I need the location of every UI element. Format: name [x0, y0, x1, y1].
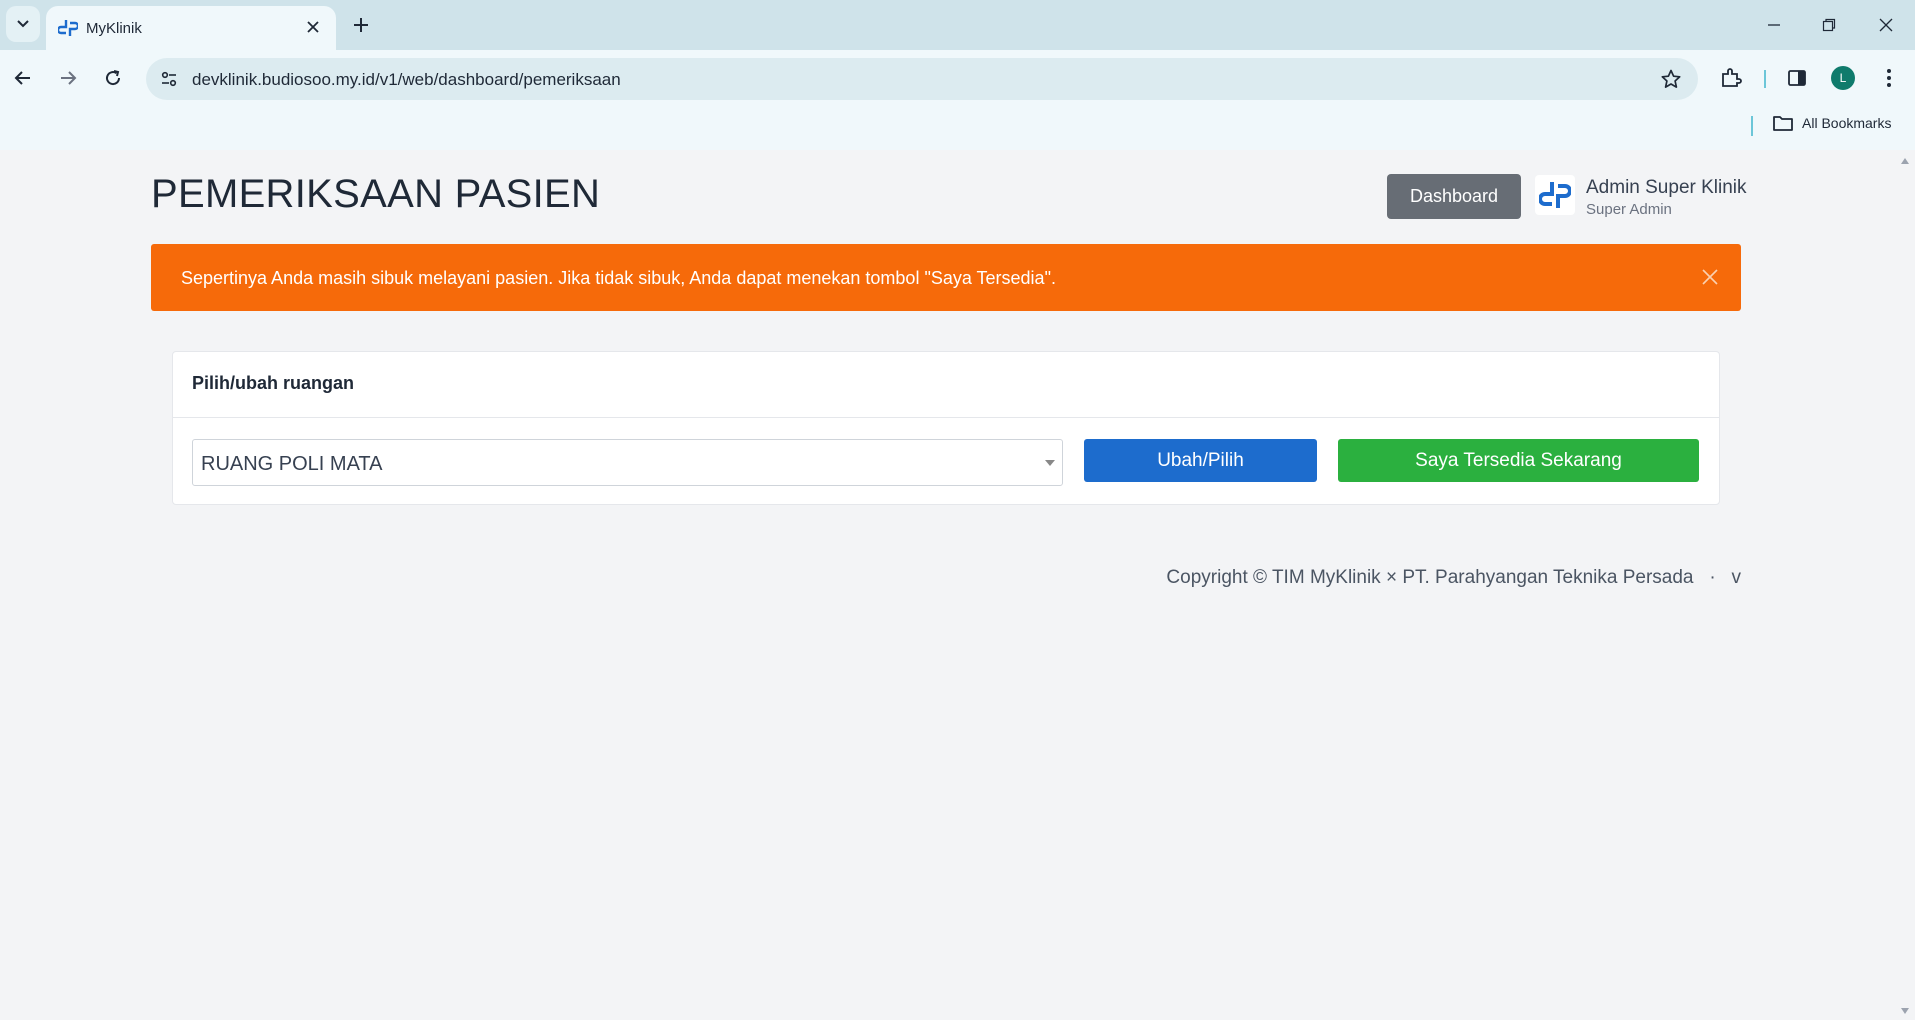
- browser-tab[interactable]: MyKlinik: [46, 6, 336, 50]
- more-vertical-icon: [1887, 69, 1891, 87]
- page-scrollbar[interactable]: [1895, 150, 1915, 1020]
- extensions-button[interactable]: [1716, 63, 1746, 93]
- clinic-logo-icon: [1535, 175, 1575, 215]
- arrow-left-icon: [14, 71, 30, 85]
- chevron-down-icon: [17, 20, 29, 28]
- room-card-title: Pilih/ubah ruangan: [192, 373, 355, 393]
- bookmarks-separator: [1751, 116, 1753, 136]
- folder-icon: [1773, 116, 1793, 131]
- busy-alert: Sepertinya Anda masih sibuk melayani pas…: [151, 244, 1741, 311]
- close-icon: [1879, 18, 1893, 32]
- room-card: Pilih/ubah ruangan RUANG POLI MATA Ubah/…: [172, 351, 1720, 505]
- side-panel-button[interactable]: [1782, 63, 1812, 93]
- footer-copyright: Copyright © TIM MyKlinik × PT. Parahyang…: [1166, 567, 1741, 588]
- scroll-down-icon[interactable]: [1900, 1006, 1910, 1016]
- arrow-right-icon: [61, 71, 77, 85]
- alert-close-icon[interactable]: [1701, 268, 1719, 286]
- side-panel-icon: [1788, 70, 1806, 86]
- change-room-button[interactable]: Ubah/Pilih: [1084, 439, 1317, 482]
- reload-icon: [106, 70, 121, 86]
- caret-down-icon: [1044, 458, 1056, 468]
- back-button[interactable]: [7, 62, 39, 94]
- browser-toolbar: devklinik.budiosoo.my.id/v1/web/dashboar…: [0, 50, 1915, 106]
- site-settings-icon[interactable]: [158, 68, 180, 90]
- bookmarks-bar: All Bookmarks: [0, 106, 1915, 150]
- address-bar[interactable]: devklinik.budiosoo.my.id/v1/web/dashboar…: [146, 58, 1698, 100]
- bookmark-star-icon[interactable]: [1660, 68, 1682, 90]
- user-role: Super Admin: [1586, 201, 1672, 218]
- browser-tab-bar: MyKlinik: [0, 0, 1915, 50]
- all-bookmarks-label: All Bookmarks: [1802, 115, 1892, 131]
- page-title: PEMERIKSAAN PASIEN: [151, 172, 601, 216]
- url-text[interactable]: devklinik.budiosoo.my.id/v1/web/dashboar…: [192, 70, 621, 90]
- tab-close-icon[interactable]: [302, 16, 324, 38]
- restore-button[interactable]: [1815, 12, 1843, 38]
- room-card-header: Pilih/ubah ruangan: [173, 352, 1719, 418]
- puzzle-icon: [1722, 68, 1742, 87]
- room-select-value: RUANG POLI MATA: [201, 453, 383, 475]
- dashboard-button[interactable]: Dashboard: [1387, 174, 1521, 219]
- close-window-button[interactable]: [1872, 12, 1900, 38]
- toolbar-separator: [1764, 70, 1766, 88]
- tab-search-button[interactable]: [6, 6, 40, 42]
- plus-icon: [354, 18, 368, 32]
- minimize-button[interactable]: [1760, 12, 1788, 38]
- minimize-icon: [1768, 24, 1780, 26]
- user-name: Admin Super Klinik: [1586, 177, 1747, 198]
- myklinik-favicon-icon: [58, 20, 78, 36]
- room-select[interactable]: RUANG POLI MATA: [192, 439, 1063, 486]
- profile-avatar[interactable]: L: [1831, 66, 1855, 90]
- browser-menu-button[interactable]: [1874, 63, 1904, 93]
- alert-message: Sepertinya Anda masih sibuk melayani pas…: [181, 268, 1056, 288]
- new-tab-button[interactable]: [348, 12, 374, 38]
- forward-button[interactable]: [52, 62, 84, 94]
- available-now-button[interactable]: Saya Tersedia Sekarang: [1338, 439, 1699, 482]
- tab-title: MyKlinik: [86, 20, 142, 37]
- page-viewport: PEMERIKSAAN PASIEN Dashboard Admin Super…: [0, 150, 1895, 1020]
- scroll-up-icon[interactable]: [1900, 156, 1910, 166]
- reload-button[interactable]: [97, 62, 129, 94]
- restore-icon: [1822, 18, 1836, 32]
- all-bookmarks-button[interactable]: All Bookmarks: [1772, 114, 1891, 132]
